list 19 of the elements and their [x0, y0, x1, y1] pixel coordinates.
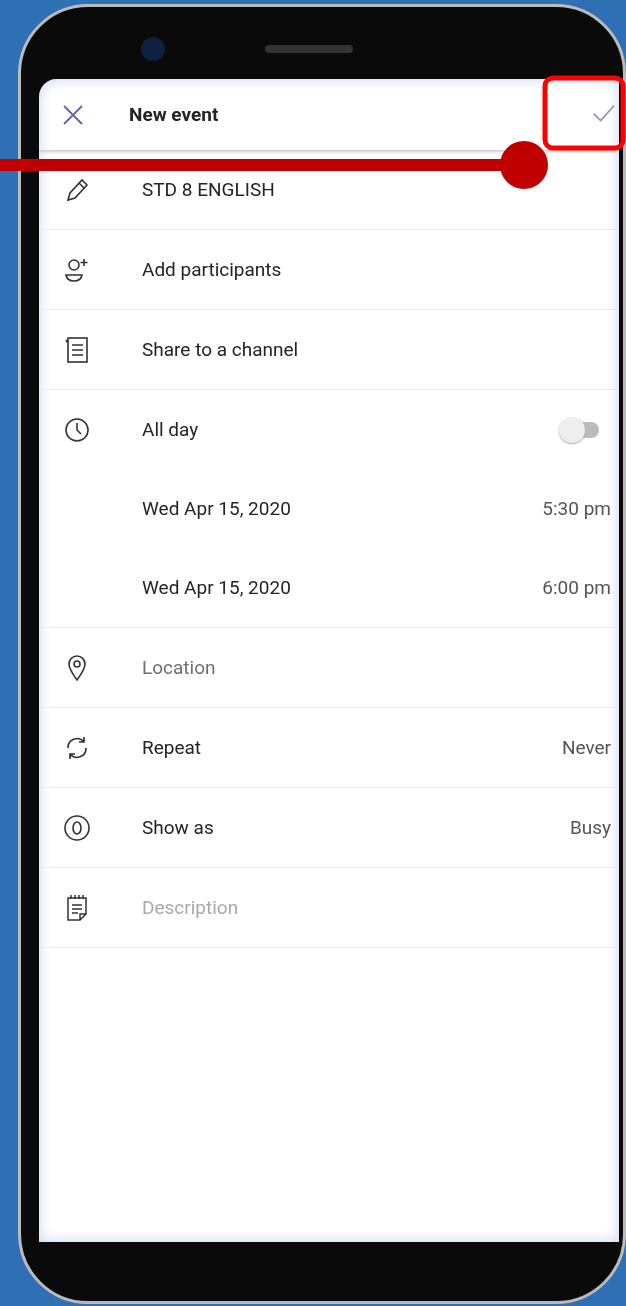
row-label: Show as — [142, 816, 215, 839]
event-title-field[interactable]: STD 8 ENGLISH — [142, 178, 611, 201]
time-picker[interactable]: 6:00 pm — [542, 576, 611, 599]
option-row[interactable]: Repeat Never — [39, 708, 619, 788]
row-label: Add participants — [142, 258, 283, 281]
menu-row[interactable]: Share to a channel — [39, 310, 619, 390]
date-picker[interactable]: Wed Apr 15, 2020 — [142, 576, 543, 599]
row-label: All day — [142, 418, 200, 441]
option-value: Busy — [569, 816, 611, 839]
option-row[interactable]: Show as Busy — [39, 788, 619, 868]
row-label: Repeat — [142, 736, 203, 759]
option-value: Never — [561, 736, 611, 759]
row-label: Share to a channel — [142, 338, 300, 361]
date-picker[interactable]: Wed Apr 15, 2020 — [142, 497, 543, 520]
menu-row[interactable]: Add participants — [39, 230, 619, 310]
screen-title: New event — [129, 103, 220, 126]
time-picker[interactable]: 5:30 pm — [542, 497, 611, 520]
description-field[interactable]: Description — [142, 896, 611, 919]
location-field[interactable]: Location — [142, 656, 611, 679]
